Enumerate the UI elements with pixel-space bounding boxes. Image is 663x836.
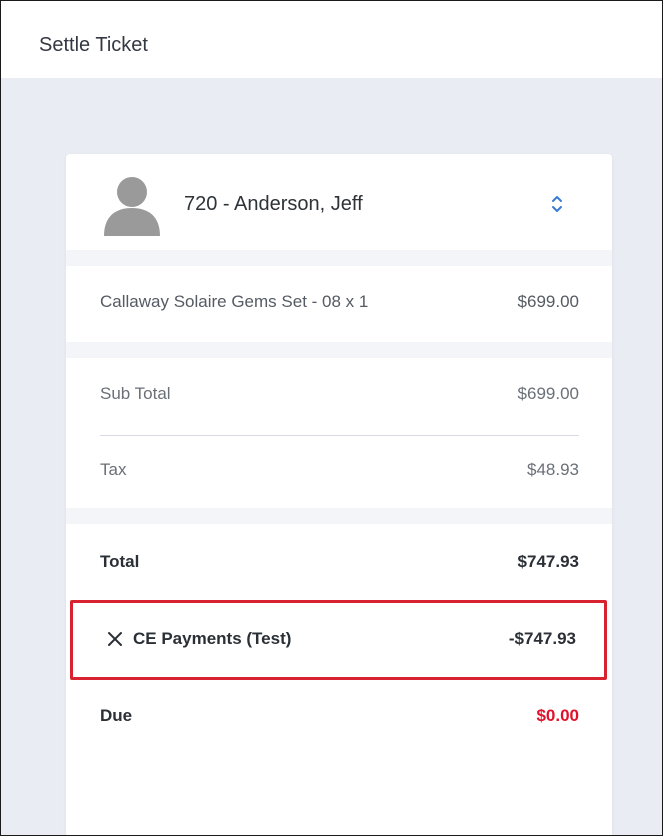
divider [100,435,579,436]
payment-row[interactable]: CE Payments (Test) -$747.93 [73,603,604,677]
customer-name: 720 - Anderson, Jeff [184,193,363,215]
user-avatar-icon [102,174,162,236]
section-divider [66,508,612,524]
tax-value: $48.93 [527,460,579,479]
due-label: Due [100,706,133,725]
header-bar: Settle Ticket [1,1,662,78]
payment-amount: -$747.93 [508,629,576,648]
payment-row-highlight: CE Payments (Test) -$747.93 [70,600,607,680]
close-icon[interactable] [105,629,125,649]
total-label: Total [100,552,140,571]
up-down-chevron-icon[interactable] [550,192,564,216]
page-title: Settle Ticket [39,34,148,56]
line-item-price: $699.00 [517,292,579,311]
ticket-card: 720 - Anderson, Jeff Callaway Solaire Ge… [66,154,612,835]
list-item[interactable]: Callaway Solaire Gems Set - 08 x 1 $699.… [66,266,612,342]
customer-selector[interactable]: 720 - Anderson, Jeff [66,154,612,250]
total-value: $747.93 [517,552,579,571]
subtotal-tax-section: Sub Total $699.00 Tax $48.93 [66,358,612,508]
subtotal-value: $699.00 [517,384,579,403]
section-divider [66,250,612,266]
due-value: $0.00 [536,706,579,725]
settle-ticket-window: Settle Ticket 720 - Anderson, Jeff Calla… [0,0,663,836]
subtotal-label: Sub Total [100,384,171,403]
payment-label: CE Payments (Test) [133,629,292,648]
line-item-name: Callaway Solaire Gems Set - 08 x 1 [100,292,369,311]
tax-label: Tax [100,460,127,479]
section-divider [66,342,612,358]
